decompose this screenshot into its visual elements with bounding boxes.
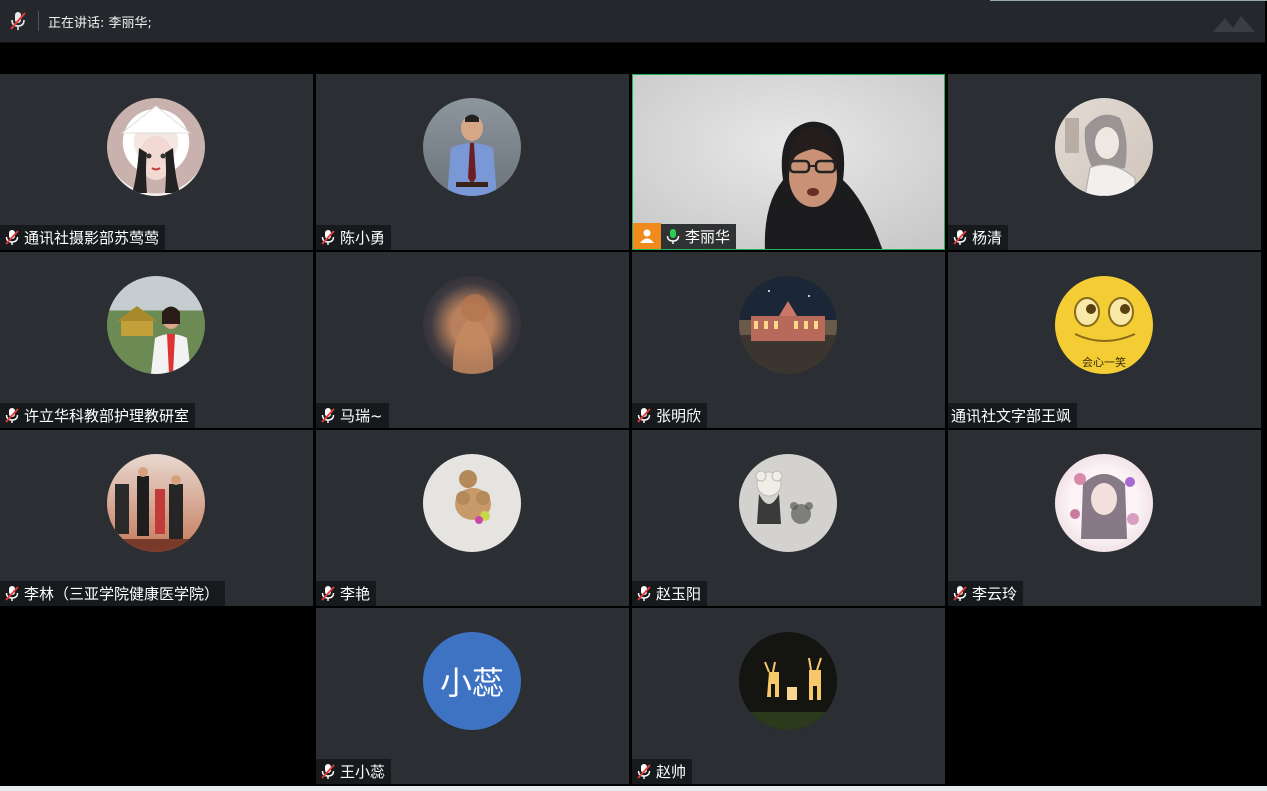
participant-name: 许立华科教部护理教研室 xyxy=(24,407,190,425)
host-badge xyxy=(633,223,661,249)
mic-muted-icon xyxy=(637,408,651,423)
mic-muted-icon xyxy=(637,764,651,779)
text-avatar: 小蕊 xyxy=(423,632,521,730)
person-icon xyxy=(640,229,654,243)
participant-name-tag: 李云玲 xyxy=(948,581,1024,606)
participant-name-tag: 杨清 xyxy=(948,225,1009,250)
avatar xyxy=(1055,454,1153,552)
participant-tile[interactable]: 赵玉阳 xyxy=(632,430,945,606)
mic-muted-icon xyxy=(321,586,335,601)
participant-name-tag: 通讯社摄影部苏莺莺 xyxy=(0,225,166,250)
avatar xyxy=(107,454,205,552)
video-grid: 通讯社摄影部苏莺莺 陈小勇 李丽华 杨清 许立华科教部护理教研室 马瑞~ 张明欣… xyxy=(0,74,1264,784)
mic-muted-icon xyxy=(5,230,19,245)
participant-name: 马瑞~ xyxy=(340,407,383,425)
empty-slot xyxy=(948,608,1261,784)
mic-muted-icon xyxy=(321,230,335,245)
empty-slot xyxy=(0,608,313,784)
participant-tile[interactable]: 小蕊 王小蕊 xyxy=(316,608,629,784)
participant-name: 王小蕊 xyxy=(340,763,386,781)
participant-tile[interactable]: 马瑞~ xyxy=(316,252,629,428)
mic-muted-icon xyxy=(953,230,967,245)
participant-tile[interactable]: 李云玲 xyxy=(948,430,1261,606)
participant-name: 李丽华 xyxy=(685,228,731,246)
participant-name-tag: 赵帅 xyxy=(632,759,693,784)
participant-name-tag: 赵玉阳 xyxy=(632,581,708,606)
participant-name: 杨清 xyxy=(972,229,1003,247)
participant-name-tag: 马瑞~ xyxy=(316,403,389,428)
participant-tile[interactable]: 通讯社摄影部苏莺莺 xyxy=(0,74,313,250)
mic-muted-icon[interactable] xyxy=(9,11,27,31)
participant-tile[interactable]: 许立华科教部护理教研室 xyxy=(0,252,313,428)
participant-tile[interactable]: 李艳 xyxy=(316,430,629,606)
participant-name-tag: 许立华科教部护理教研室 xyxy=(0,403,196,428)
avatar xyxy=(107,276,205,374)
participant-name: 李云玲 xyxy=(972,585,1018,603)
mic-muted-icon xyxy=(321,408,335,423)
participant-name: 张明欣 xyxy=(656,407,702,425)
participant-name-tag: 李林（三亚学院健康医学院） xyxy=(0,581,226,606)
avatar xyxy=(107,98,205,196)
window-bottom-edge xyxy=(0,786,1267,791)
participant-tile[interactable]: 陈小勇 xyxy=(316,74,629,250)
participant-name-tag: 通讯社文字部王飒 xyxy=(948,403,1078,428)
participant-tile[interactable]: 赵帅 xyxy=(632,608,945,784)
participant-name: 李艳 xyxy=(340,585,371,603)
participant-name: 赵帅 xyxy=(656,763,687,781)
avatar xyxy=(423,276,521,374)
participant-tile[interactable]: 张明欣 xyxy=(632,252,945,428)
participant-name: 通讯社文字部王飒 xyxy=(951,407,1072,425)
speaking-indicator: 正在讲话: 李丽华; xyxy=(48,16,152,31)
divider xyxy=(38,11,39,31)
participant-tile-speaking[interactable]: 李丽华 xyxy=(632,74,945,250)
avatar xyxy=(423,454,521,552)
avatar xyxy=(423,98,521,196)
participant-tile[interactable]: 会心一笑 通讯社文字部王飒 xyxy=(948,252,1261,428)
participant-tile[interactable]: 杨清 xyxy=(948,74,1261,250)
mic-muted-icon xyxy=(953,586,967,601)
participant-name-tag: 李艳 xyxy=(316,581,377,606)
participant-name: 陈小勇 xyxy=(340,229,386,247)
avatar-caption: 会心一笑 xyxy=(1082,355,1126,369)
avatar xyxy=(739,454,837,552)
app-logo-icon xyxy=(1213,16,1255,32)
participant-name-tag: 王小蕊 xyxy=(316,759,392,784)
participant-name: 通讯社摄影部苏莺莺 xyxy=(24,229,160,247)
avatar xyxy=(739,632,837,730)
mic-muted-icon xyxy=(5,408,19,423)
mic-muted-icon xyxy=(321,764,335,779)
smiley-avatar: 会心一笑 xyxy=(1055,276,1153,374)
mic-active-icon xyxy=(666,229,680,244)
participant-name-tag: 张明欣 xyxy=(632,403,708,428)
avatar xyxy=(739,276,837,374)
window-edge xyxy=(990,0,1267,1)
participant-name-tag: 陈小勇 xyxy=(316,225,392,250)
avatar xyxy=(1055,98,1153,196)
participant-name-tag: 李丽华 xyxy=(661,224,737,249)
top-bar: 正在讲话: 李丽华; xyxy=(0,0,1265,43)
mic-muted-icon xyxy=(637,586,651,601)
participant-tile[interactable]: 李林（三亚学院健康医学院） xyxy=(0,430,313,606)
mic-muted-icon xyxy=(5,586,19,601)
participant-name: 赵玉阳 xyxy=(656,585,702,603)
participant-name: 李林（三亚学院健康医学院） xyxy=(24,585,220,603)
